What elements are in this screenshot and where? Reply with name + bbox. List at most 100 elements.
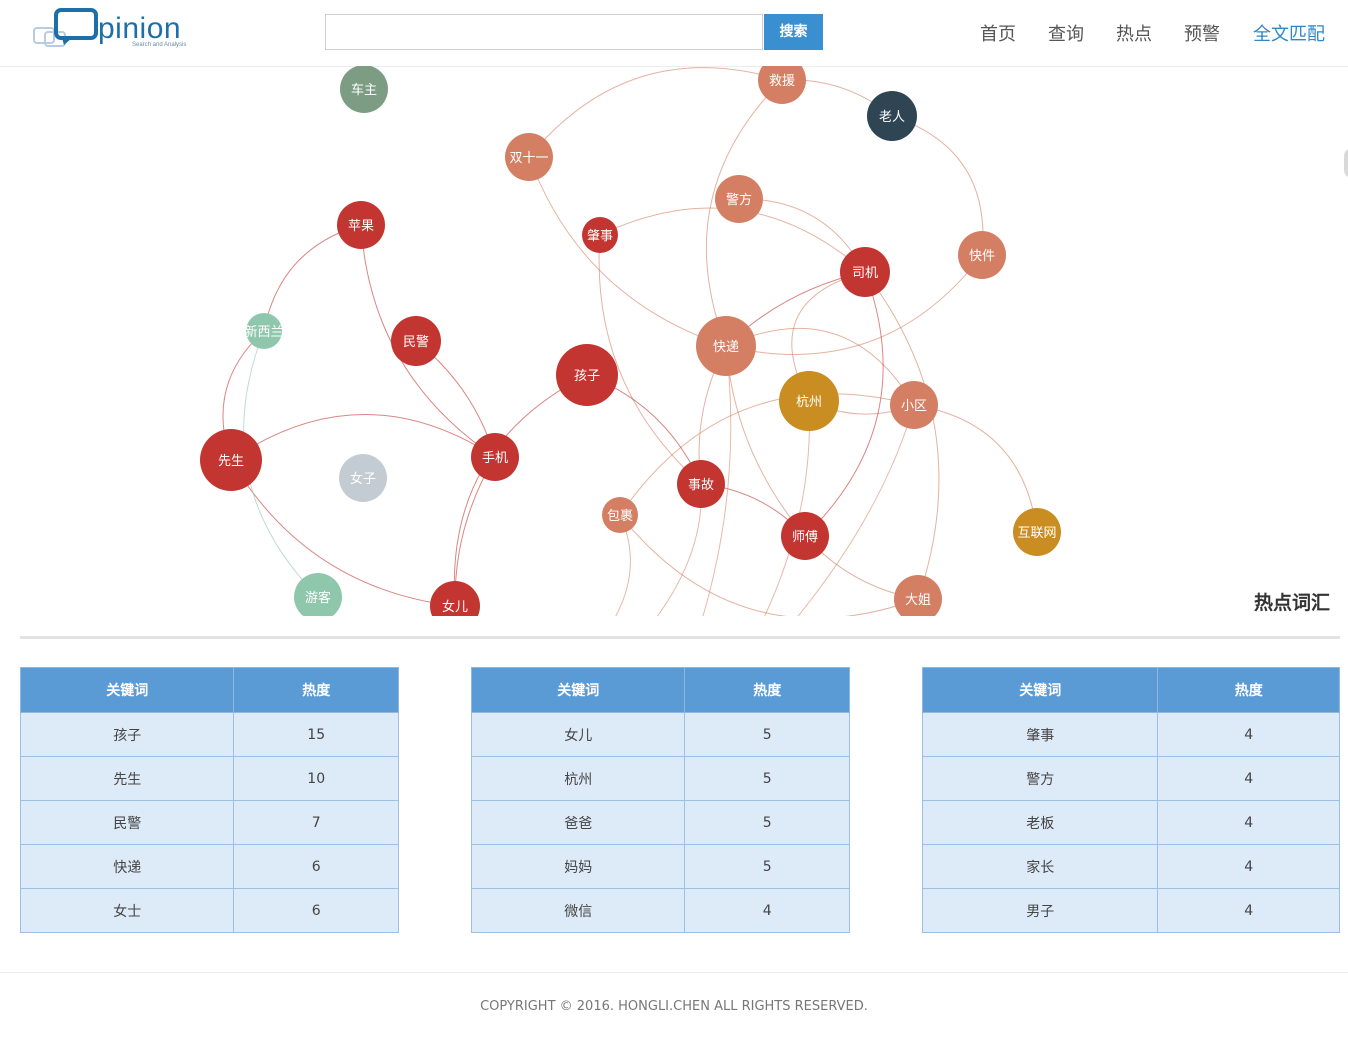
- graph-node[interactable]: 游客: [294, 573, 342, 616]
- graph-node[interactable]: 肇事: [582, 217, 618, 253]
- graph-node[interactable]: 师傅: [781, 512, 829, 560]
- keyword-cell: 爸爸: [470, 800, 686, 845]
- section-divider: [20, 636, 1340, 639]
- graph-node-label: 苹果: [348, 219, 374, 234]
- nav-alert[interactable]: 预警: [1184, 20, 1220, 46]
- graph-node[interactable]: 事故: [677, 460, 725, 508]
- graph-edge: [725, 345, 806, 537]
- graph-node[interactable]: 老人: [867, 91, 917, 141]
- graph-node[interactable]: 快递: [696, 316, 756, 376]
- keyword-header: 关键词: [470, 667, 686, 713]
- nav-query[interactable]: 查询: [1048, 20, 1084, 46]
- graph-edge: [598, 234, 702, 485]
- search-input[interactable]: [325, 14, 763, 50]
- keyword-cell: 肇事: [921, 712, 1159, 757]
- table-row: 快递 6: [19, 844, 399, 889]
- logo-tagline: Search and Analysis: [132, 42, 187, 48]
- graph-node[interactable]: 孩子: [556, 344, 618, 406]
- graph-node[interactable]: 司机: [840, 247, 890, 297]
- graph-node-label: 大姐: [905, 593, 931, 608]
- keyword-cell: 男子: [921, 888, 1159, 933]
- graph-edge: [797, 404, 915, 616]
- table-row: 女士 6: [19, 888, 399, 933]
- graph-node[interactable]: 杭州: [779, 371, 839, 431]
- graph-node-label: 快递: [713, 340, 739, 355]
- keyword-header: 关键词: [19, 667, 235, 713]
- heat-cell: 4: [1157, 888, 1340, 933]
- table-row: 女儿 5: [470, 712, 850, 757]
- opinion-logo[interactable]: pinion Search and Analysis: [32, 8, 192, 54]
- keyword-cell: 女士: [19, 888, 235, 933]
- table-row: 孩子 15: [19, 712, 399, 757]
- keyword-cell: 女儿: [470, 712, 686, 757]
- graph-node[interactable]: 快件: [958, 231, 1006, 279]
- graph-node-label: 司机: [852, 266, 878, 281]
- graph-node-label: 游客: [305, 590, 331, 606]
- graph-node-label: 女子: [350, 471, 376, 487]
- hot-words-graph[interactable]: 车主 救援老人双十一警方肇事司机 快件 苹果新西兰民警孩子 快递杭州 小区先生女子 手机事故…: [0, 66, 1348, 616]
- side-scroll-handle[interactable]: [1344, 148, 1348, 178]
- table-row: 男子 4: [921, 888, 1340, 933]
- nav-home[interactable]: 首页: [980, 20, 1016, 46]
- graph-node[interactable]: 警方: [715, 175, 763, 223]
- graph-node-label: 警方: [726, 192, 752, 208]
- keyword-table-1: 关键词 热度 孩子 15 先生 10 民警 7 快递 6 女士 6: [19, 667, 399, 933]
- graph-node[interactable]: 包裹: [602, 497, 638, 533]
- graph-edge: [619, 514, 919, 616]
- table-row: 家长 4: [921, 844, 1340, 889]
- heat-cell: 7: [233, 800, 399, 845]
- heat-cell: 4: [1157, 756, 1340, 801]
- keyword-cell: 家长: [921, 844, 1159, 889]
- logo-bubbles-icon: [33, 8, 98, 47]
- graph-node[interactable]: 民警: [391, 316, 441, 366]
- graph-node[interactable]: 小区: [890, 381, 938, 429]
- keyword-cell: 微信: [470, 888, 686, 933]
- graph-edge: [619, 393, 915, 516]
- graph-node-label: 互联网: [1017, 526, 1056, 541]
- table-row: 微信 4: [470, 888, 850, 933]
- graph-edge: [453, 374, 588, 607]
- heat-cell: 4: [1157, 800, 1340, 845]
- graph-node[interactable]: 女子: [339, 454, 387, 502]
- graph-node-label: 老人: [879, 110, 905, 125]
- graph-node-label: 民警: [403, 334, 429, 350]
- keyword-cell: 警方: [921, 756, 1159, 801]
- graph-node-label: 救援: [769, 73, 795, 89]
- nav-fulltext-match[interactable]: 全文匹配: [1253, 20, 1325, 46]
- table-row: 妈妈 5: [470, 844, 850, 889]
- graph-node[interactable]: 互联网: [1013, 508, 1061, 556]
- keyword-table-2: 关键词 热度 女儿 5 杭州 5 爸爸 5 妈妈 5 微信 4: [470, 667, 850, 933]
- graph-node-label: 肇事: [587, 229, 613, 244]
- graph-node[interactable]: 新西兰: [244, 313, 284, 349]
- keyword-cell: 杭州: [470, 756, 686, 801]
- heat-cell: 6: [233, 888, 399, 933]
- graph-edge: [864, 271, 940, 600]
- graph-canvas[interactable]: 车主 救援老人双十一警方肇事司机 快件 苹果新西兰民警孩子 快递杭州 小区先生女子 手机事故…: [0, 66, 1348, 616]
- table-row: 警方 4: [921, 756, 1340, 801]
- graph-node-label: 快件: [969, 249, 995, 264]
- graph-node[interactable]: 大姐: [894, 575, 942, 616]
- keyword-cell: 老板: [921, 800, 1159, 845]
- heat-header: 热度: [233, 667, 399, 713]
- graph-node-label: 包裹: [607, 509, 633, 524]
- graph-node[interactable]: 女儿: [430, 581, 480, 616]
- table-row: 爸爸 5: [470, 800, 850, 845]
- heat-header: 热度: [1157, 667, 1340, 713]
- nav-hotspot[interactable]: 热点: [1116, 20, 1152, 46]
- heat-cell: 5: [684, 800, 850, 845]
- heat-cell: 15: [233, 712, 399, 757]
- footer-divider: [0, 972, 1348, 973]
- table-row: 老板 4: [921, 800, 1340, 845]
- graph-node[interactable]: 手机: [471, 433, 519, 481]
- keyword-cell: 妈妈: [470, 844, 686, 889]
- graph-node[interactable]: 苹果: [337, 201, 385, 249]
- search-button[interactable]: 搜索: [764, 14, 823, 50]
- graph-node-label: 双十一: [509, 151, 548, 166]
- keyword-cell: 民警: [19, 800, 235, 845]
- graph-node[interactable]: 车主: [340, 66, 388, 113]
- heat-cell: 10: [233, 756, 399, 801]
- logo-wordmark: pinion: [98, 12, 182, 45]
- keyword-cell: 先生: [19, 756, 235, 801]
- graph-node[interactable]: 先生: [200, 429, 262, 491]
- graph-node[interactable]: 双十一: [505, 133, 553, 181]
